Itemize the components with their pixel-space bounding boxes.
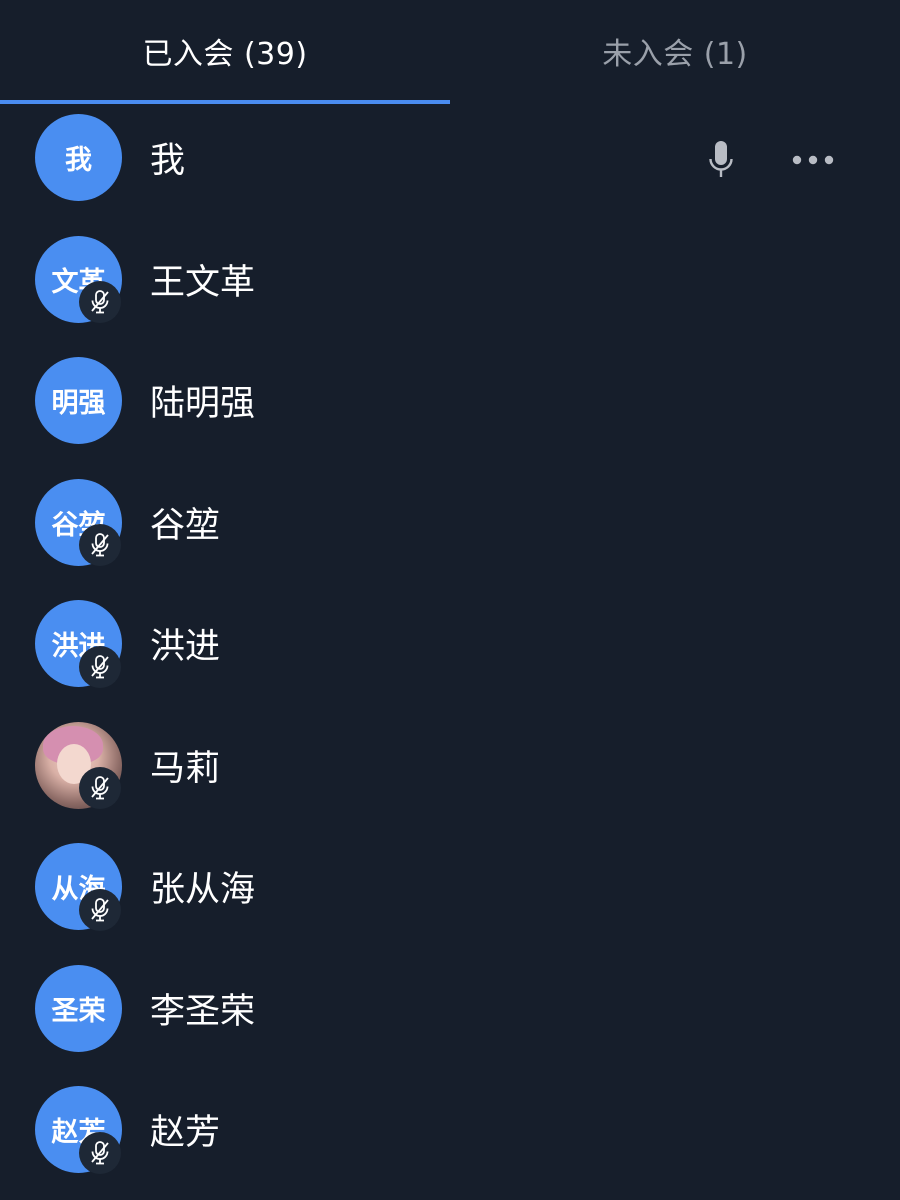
participant-row[interactable]: 谷堃 谷堃 [0, 454, 900, 576]
avatar: 明强 [35, 357, 122, 444]
participant-row[interactable]: 文革 王文革 [0, 211, 900, 333]
participant-row[interactable]: 马莉 [0, 697, 900, 819]
participant-row[interactable]: 明强 陆明强 [0, 333, 900, 455]
participant-name: 李圣荣 [150, 991, 256, 1032]
participant-row[interactable]: 我我 [0, 104, 900, 211]
mic-off-icon [79, 524, 121, 566]
tab-not-joined[interactable]: 未入会 (1) [450, 0, 900, 104]
mic-off-icon [79, 1131, 121, 1174]
avatar-initials: 我 [65, 145, 92, 176]
tab-joined[interactable]: 已入会 (39) [0, 0, 450, 104]
participant-row[interactable]: 圣荣 李圣荣 [0, 940, 900, 1062]
participant-name: 马莉 [150, 748, 221, 789]
participant-row[interactable]: 赵芳 赵芳 [0, 1062, 900, 1184]
tab-not-joined-label: 未入会 (1) [602, 37, 748, 72]
participant-name: 我 [150, 141, 186, 181]
participant-name: 王文革 [150, 262, 256, 303]
participant-name: 张从海 [150, 870, 256, 910]
participant-name: 陆明强 [150, 384, 256, 424]
participant-name: 谷堃 [150, 505, 221, 546]
microphone-icon[interactable] [705, 136, 737, 184]
avatar: 圣荣 [35, 964, 122, 1052]
participant-name: 赵芳 [150, 1113, 221, 1153]
participant-name: 洪进 [150, 627, 221, 667]
participant-list: 我我文革 王文革 明强 陆明强 谷堃 谷堃 洪进 洪进 马莉 从海 张从海 圣荣 李圣荣 赵芳 赵芳 [0, 104, 900, 1183]
participant-row[interactable]: 从海 张从海 [0, 819, 900, 941]
mic-off-icon [79, 281, 121, 323]
tab-joined-label: 已入会 (39) [142, 37, 308, 72]
mic-off-icon [79, 767, 121, 809]
more-horizontal-icon[interactable] [788, 142, 838, 178]
avatar: 我 [35, 114, 122, 201]
participant-row[interactable]: 洪进 洪进 [0, 576, 900, 698]
avatar-initials: 圣荣 [51, 995, 106, 1027]
mic-off-icon [79, 645, 121, 688]
participant-tabs: 已入会 (39) 未入会 (1) [0, 0, 900, 104]
mic-off-icon [79, 888, 121, 931]
avatar-initials: 明强 [51, 388, 106, 419]
